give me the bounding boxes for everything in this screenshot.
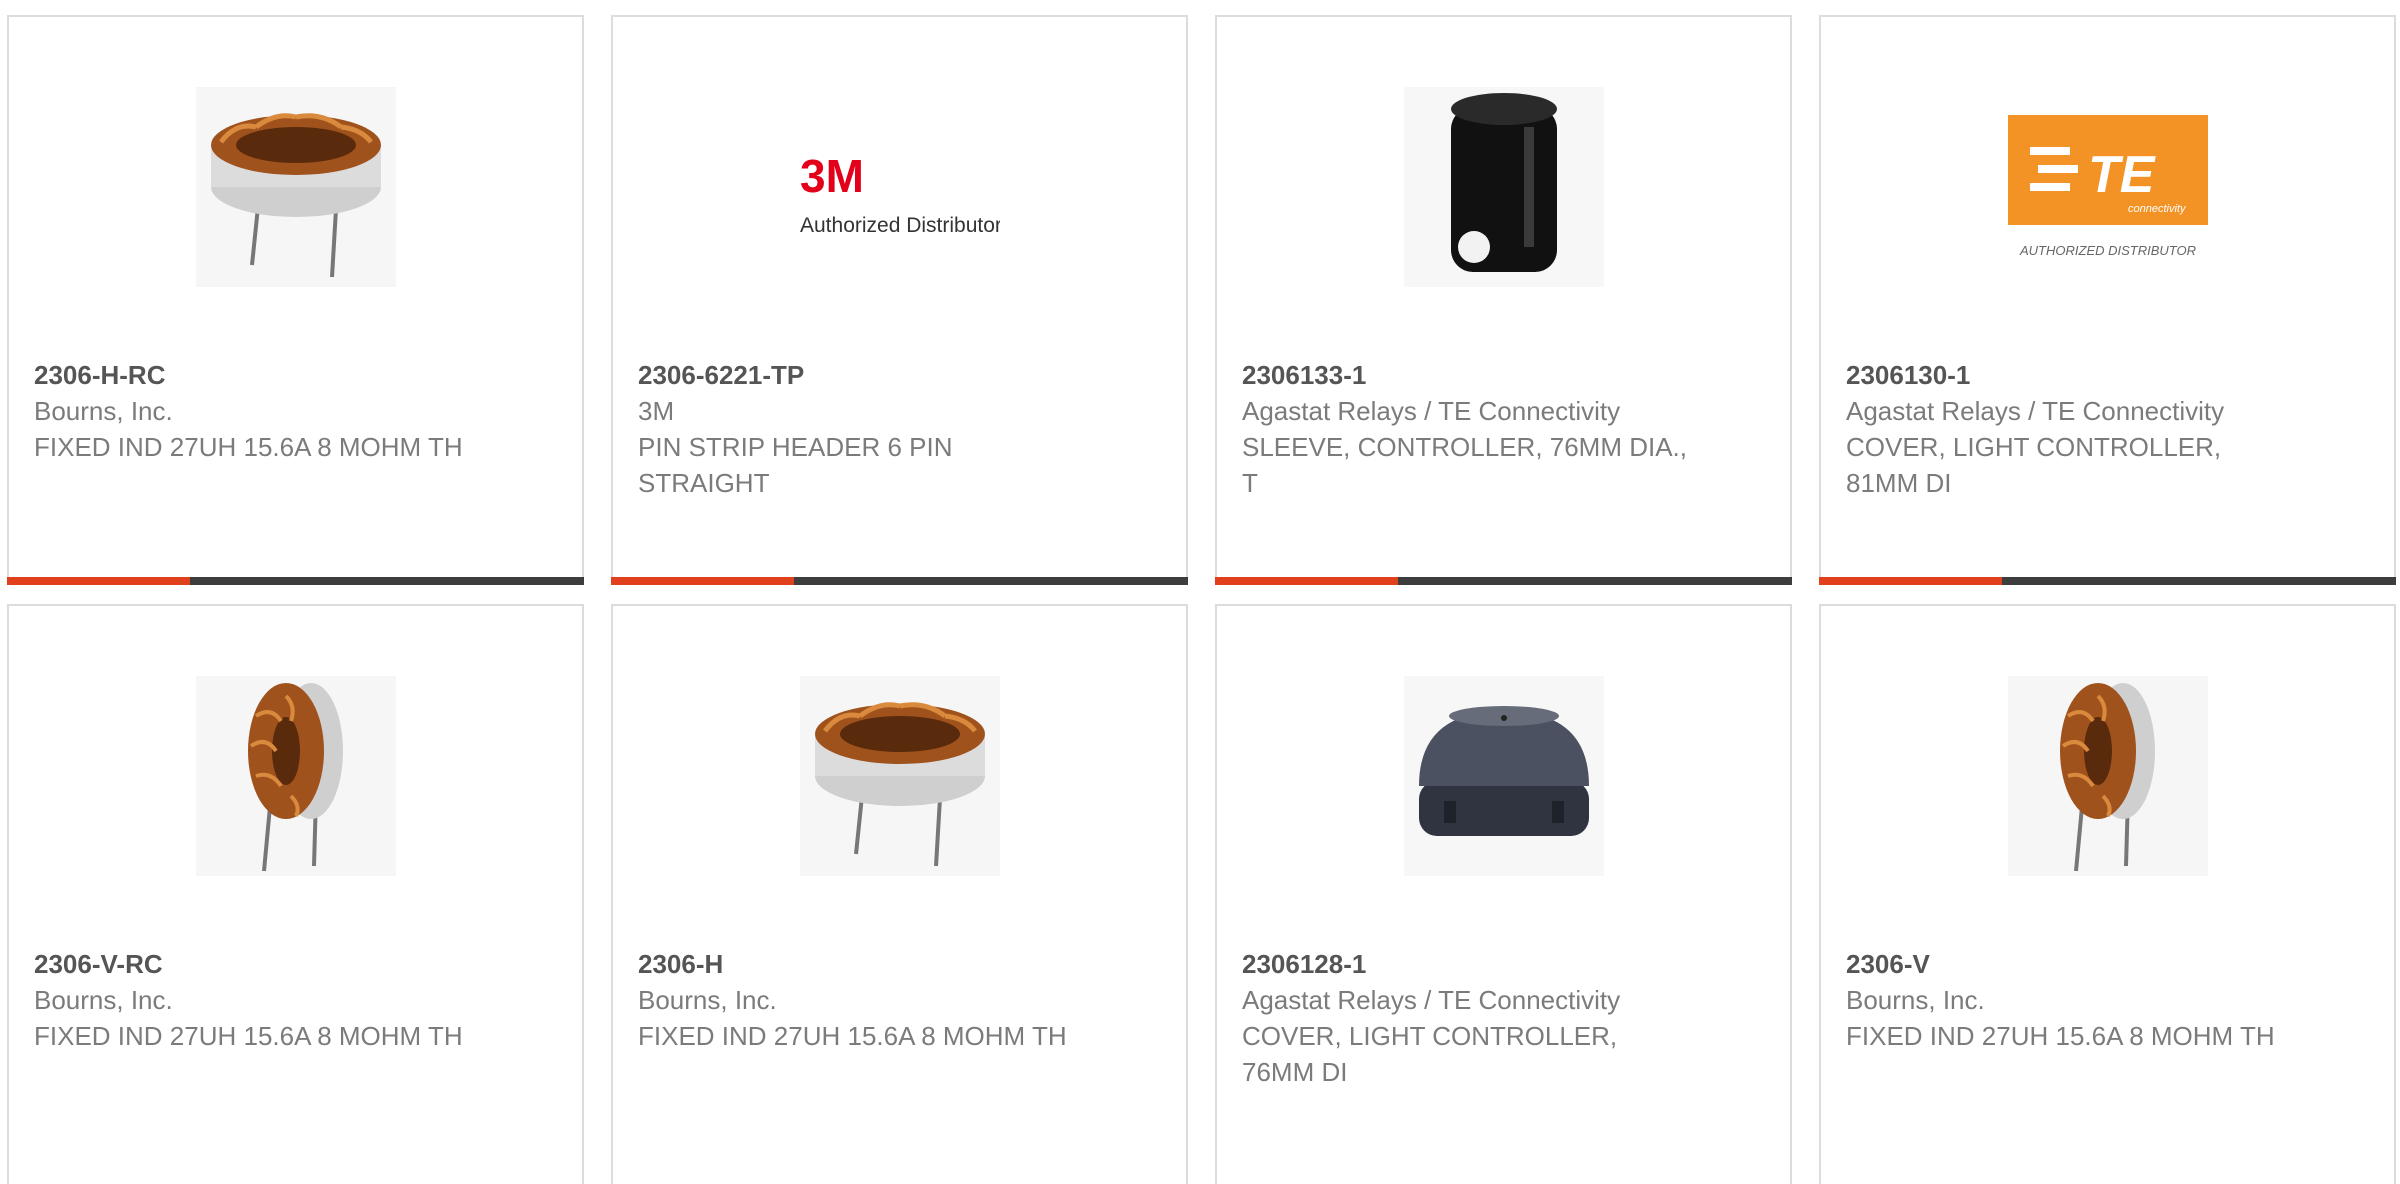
card-bottom-bar xyxy=(611,577,1188,585)
black-sleeve-icon[interactable] xyxy=(1403,87,1604,287)
card-bottom-bar xyxy=(1819,577,2396,585)
logo-3m-tagline: Authorized Distributor xyxy=(800,214,1000,237)
card-bottom-bar xyxy=(1215,577,1792,585)
manufacturer: 3M xyxy=(638,396,675,426)
product-text: 2306128-1 Agastat Relays / TE Connectivi… xyxy=(1242,946,1702,1090)
description: FIXED IND 27UH 15.6A 8 MOHM TH xyxy=(34,1021,463,1051)
part-number[interactable]: 2306133-1 xyxy=(1242,357,1702,393)
manufacturer: Bourns, Inc. xyxy=(1846,985,1985,1015)
smoked-dome-cover-icon[interactable] xyxy=(1403,676,1604,876)
logo-te-sub: connectivity xyxy=(2128,203,2187,215)
product-text: 2306-6221-TP 3M PIN STRIP HEADER 6 PIN S… xyxy=(638,357,1098,501)
part-number[interactable]: 2306128-1 xyxy=(1242,946,1702,982)
description: COVER, LIGHT CONTROLLER, 81MM DI xyxy=(1846,432,2222,498)
part-number[interactable]: 2306-V-RC xyxy=(34,946,494,982)
product-card[interactable]: 2306-V Bourns, Inc. FIXED IND 27UH 15.6A… xyxy=(1819,604,2396,1184)
product-card[interactable]: 2306133-1 Agastat Relays / TE Connectivi… xyxy=(1215,15,1792,585)
product-text: 2306-H-RC Bourns, Inc. FIXED IND 27UH 15… xyxy=(34,357,494,465)
card-accent xyxy=(1215,577,1398,585)
manufacturer: Agastat Relays / TE Connectivity xyxy=(1242,396,1621,426)
card-accent xyxy=(7,577,190,585)
card-bottom-bar xyxy=(7,577,584,585)
manufacturer: Bourns, Inc. xyxy=(34,985,173,1015)
te-authorized-distributor-logo[interactable]: TE connectivity AUTHORIZED DISTRIBUTOR xyxy=(2007,87,2208,287)
description: SLEEVE, CONTROLLER, 76MM DIA., T xyxy=(1242,432,1688,498)
part-number[interactable]: 2306-H-RC xyxy=(34,357,494,393)
product-card[interactable]: 3M Authorized Distributor 2306-6221-TP 3… xyxy=(611,15,1188,585)
card-accent xyxy=(611,577,794,585)
product-text: 2306133-1 Agastat Relays / TE Connectivi… xyxy=(1242,357,1702,501)
manufacturer: Bourns, Inc. xyxy=(34,396,173,426)
description: FIXED IND 27UH 15.6A 8 MOHM TH xyxy=(1846,1021,2275,1051)
product-text: 2306-H Bourns, Inc. FIXED IND 27UH 15.6A… xyxy=(638,946,1098,1054)
product-grid: 2306-H-RC Bourns, Inc. FIXED IND 27UH 15… xyxy=(0,0,2400,1184)
product-card[interactable]: 2306-H-RC Bourns, Inc. FIXED IND 27UH 15… xyxy=(7,15,584,585)
part-number[interactable]: 2306-6221-TP xyxy=(638,357,1098,393)
manufacturer: Agastat Relays / TE Connectivity xyxy=(1846,396,2225,426)
product-text: 2306-V Bourns, Inc. FIXED IND 27UH 15.6A… xyxy=(1846,946,2306,1054)
part-number[interactable]: 2306-V xyxy=(1846,946,2306,982)
description: FIXED IND 27UH 15.6A 8 MOHM TH xyxy=(34,432,463,462)
description: PIN STRIP HEADER 6 PIN STRAIGHT xyxy=(638,432,953,498)
part-number[interactable]: 2306-H xyxy=(638,946,1098,982)
product-card[interactable]: 2306-V-RC Bourns, Inc. FIXED IND 27UH 15… xyxy=(7,604,584,1184)
logo-te-mark: TE xyxy=(2088,146,2156,204)
card-accent xyxy=(1819,577,2002,585)
product-text: 2306-V-RC Bourns, Inc. FIXED IND 27UH 15… xyxy=(34,946,494,1054)
toroid-inductor-vertical-icon[interactable] xyxy=(195,676,396,876)
toroid-inductor-horizontal-icon[interactable] xyxy=(799,676,1000,876)
3m-authorized-distributor-logo[interactable]: 3M Authorized Distributor xyxy=(800,87,1000,287)
manufacturer: Bourns, Inc. xyxy=(638,985,777,1015)
toroid-inductor-horizontal-icon[interactable] xyxy=(195,87,396,287)
logo-te-tagline: AUTHORIZED DISTRIBUTOR xyxy=(2019,243,2196,258)
manufacturer: Agastat Relays / TE Connectivity xyxy=(1242,985,1621,1015)
toroid-inductor-vertical-icon[interactable] xyxy=(2007,676,2208,876)
product-card[interactable]: 2306-H Bourns, Inc. FIXED IND 27UH 15.6A… xyxy=(611,604,1188,1184)
description: COVER, LIGHT CONTROLLER, 76MM DI xyxy=(1242,1021,1618,1087)
logo-3m-mark: 3M xyxy=(800,150,864,202)
product-text: 2306130-1 Agastat Relays / TE Connectivi… xyxy=(1846,357,2306,501)
product-card[interactable]: 2306128-1 Agastat Relays / TE Connectivi… xyxy=(1215,604,1792,1184)
description: FIXED IND 27UH 15.6A 8 MOHM TH xyxy=(638,1021,1067,1051)
part-number[interactable]: 2306130-1 xyxy=(1846,357,2306,393)
product-card[interactable]: TE connectivity AUTHORIZED DISTRIBUTOR 2… xyxy=(1819,15,2396,585)
